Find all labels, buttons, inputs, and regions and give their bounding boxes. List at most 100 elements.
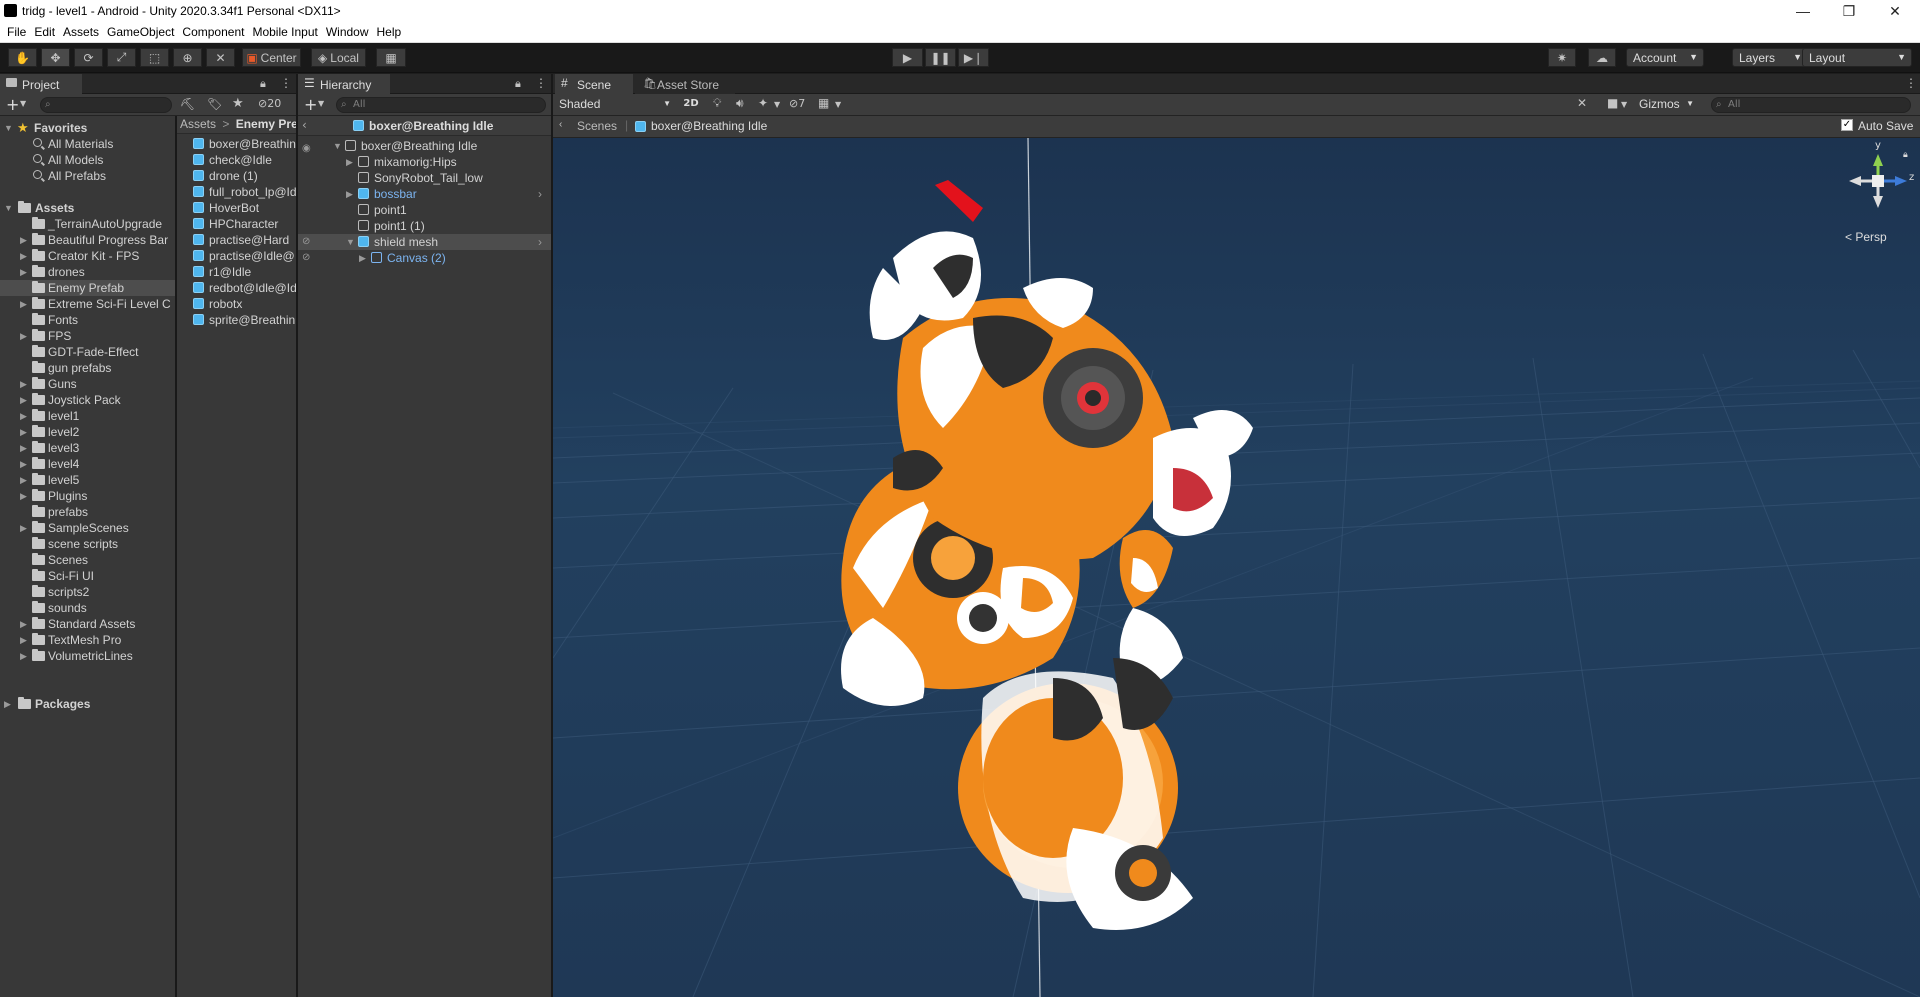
chevron-right-icon[interactable]: ›: [538, 234, 542, 250]
add-icon[interactable]: +: [304, 95, 317, 114]
asset-folder-item[interactable]: scripts2: [0, 584, 175, 600]
asset-folder-item[interactable]: ▶ level3: [0, 440, 175, 456]
collapsed-arrow-icon[interactable]: ▶: [20, 408, 27, 424]
breadcrumb-assets[interactable]: Assets: [180, 117, 216, 131]
asset-folder-item[interactable]: scene scripts: [0, 536, 175, 552]
pause-button[interactable]: ❚❚: [925, 48, 956, 67]
collapsed-arrow-icon[interactable]: ▶: [20, 440, 27, 456]
layers-dropdown[interactable]: Layers ▼: [1732, 48, 1808, 67]
hierarchy-item-canvas[interactable]: ⊘ ▶ Canvas (2): [298, 250, 551, 266]
custom-tool-icon[interactable]: ✕: [206, 48, 235, 67]
menu-file[interactable]: File: [4, 25, 31, 39]
draw-mode-dropdown[interactable]: Shaded ▼: [555, 96, 675, 113]
account-dropdown[interactable]: Account ▼: [1626, 48, 1704, 67]
collapsed-arrow-icon[interactable]: ▶: [20, 648, 27, 664]
scale-tool-icon[interactable]: ⤢: [107, 48, 136, 67]
asset-item[interactable]: redbot@Idle@Id: [177, 280, 296, 296]
transform-tool-icon[interactable]: ⊕: [173, 48, 202, 67]
asset-folder-item[interactable]: ▶ Beautiful Progress Bar: [0, 232, 175, 248]
hand-tool-icon[interactable]: ✋: [8, 48, 37, 67]
menu-edit[interactable]: Edit: [31, 25, 60, 39]
collapsed-arrow-icon[interactable]: ▶: [20, 456, 27, 472]
asset-folder-item[interactable]: ▶ level4: [0, 456, 175, 472]
collapsed-arrow-icon[interactable]: ▶: [20, 424, 27, 440]
type-filter-icon[interactable]: ⛏: [180, 97, 195, 111]
move-tool-icon[interactable]: ✥: [41, 48, 70, 67]
collapsed-arrow-icon[interactable]: ▶: [20, 392, 27, 408]
restore-button[interactable]: ❐: [1826, 0, 1872, 22]
asset-folder-item[interactable]: ▶ VolumetricLines: [0, 648, 175, 664]
collapsed-arrow-icon[interactable]: ▶: [20, 232, 27, 248]
favorite-star-icon[interactable]: ★: [232, 96, 244, 111]
favorite-all-models[interactable]: All Models: [0, 152, 175, 168]
asset-folder-item[interactable]: ▶ level5: [0, 472, 175, 488]
label-filter-icon[interactable]: 🏷︎: [207, 97, 222, 111]
hierarchy-item-point1[interactable]: point1: [298, 202, 551, 218]
hierarchy-item-tail[interactable]: SonyRobot_Tail_low: [298, 170, 551, 186]
collapsed-arrow-icon[interactable]: ▶: [20, 616, 27, 632]
scene-search-input[interactable]: ⌕ All: [1711, 97, 1911, 113]
menu-component[interactable]: Component: [179, 25, 249, 39]
asset-item[interactable]: sprite@Breathin: [177, 312, 296, 328]
asset-item[interactable]: full_robot_lp@Id: [177, 184, 296, 200]
asset-folder-item[interactable]: Sci-Fi UI: [0, 568, 175, 584]
gizmos-dropdown[interactable]: Gizmos ▼: [1637, 96, 1697, 113]
assets-header[interactable]: ▼ Assets: [0, 200, 175, 216]
hidden-packages-toggle[interactable]: ⊘20: [258, 97, 281, 110]
asset-folder-item[interactable]: Scenes: [0, 552, 175, 568]
cloud-icon[interactable]: ☁: [1588, 48, 1616, 67]
auto-save-checkbox[interactable]: ✓: [1841, 119, 1853, 131]
tab-asset-store[interactable]: 🛍︎ Asset Store: [635, 74, 735, 94]
layout-dropdown[interactable]: Layout ▼: [1802, 48, 1912, 67]
asset-folder-item[interactable]: ▶ TextMesh Pro: [0, 632, 175, 648]
chevron-down-icon[interactable]: ▼: [318, 99, 324, 108]
pivot-local-toggle[interactable]: ◈ Local: [311, 48, 366, 67]
asset-folder-item[interactable]: ▶ Standard Assets: [0, 616, 175, 632]
breadcrumb-enemy-prefab[interactable]: Enemy Pre: [236, 117, 296, 131]
project-search-input[interactable]: ⌕: [40, 97, 172, 113]
hierarchy-item-shield-mesh[interactable]: ⊘ ▼ shield mesh ›: [298, 234, 551, 250]
asset-item[interactable]: HPCharacter: [177, 216, 296, 232]
chevron-down-icon[interactable]: ▼: [20, 99, 26, 108]
menu-gameobject[interactable]: GameObject: [104, 25, 179, 39]
more-icon[interactable]: ⋮: [535, 76, 547, 90]
asset-item[interactable]: practise@Hard: [177, 232, 296, 248]
menu-assets[interactable]: Assets: [60, 25, 104, 39]
hidden-objects-toggle[interactable]: ⊘7: [789, 97, 805, 110]
lighting-icon[interactable]: 💡︎: [713, 96, 721, 111]
tools-icon[interactable]: ✕: [1577, 96, 1587, 110]
favorite-all-materials[interactable]: All Materials: [0, 136, 175, 152]
collapsed-arrow-icon[interactable]: ▶: [20, 472, 27, 488]
hierarchy-item-hips[interactable]: ▶ mixamorig:Hips: [298, 154, 551, 170]
collapsed-arrow-icon[interactable]: ▶: [20, 488, 27, 504]
asset-folder-item[interactable]: prefabs: [0, 504, 175, 520]
visibility-eye-icon[interactable]: ◉: [302, 141, 311, 154]
back-icon[interactable]: ‹: [559, 119, 562, 130]
collapsed-arrow-icon[interactable]: ▶: [20, 328, 27, 344]
asset-folder-item[interactable]: Fonts: [0, 312, 175, 328]
asset-folder-item[interactable]: ▶ Extreme Sci-Fi Level C: [0, 296, 175, 312]
hierarchy-item-point1-1[interactable]: point1 (1): [298, 218, 551, 234]
collapsed-arrow-icon[interactable]: ▶: [20, 296, 27, 312]
asset-folder-item[interactable]: ▶ level1: [0, 408, 175, 424]
breadcrumb-scenes[interactable]: Scenes: [577, 119, 617, 133]
collapsed-arrow-icon[interactable]: ▶: [20, 264, 27, 280]
rect-tool-icon[interactable]: ⬚: [140, 48, 169, 67]
menu-window[interactable]: Window: [323, 25, 374, 39]
gizmo-lock-icon[interactable]: 🔒︎: [1903, 150, 1908, 160]
asset-folder-item[interactable]: Enemy Prefab: [0, 280, 175, 296]
pivot-center-toggle[interactable]: ▣ Center: [242, 48, 301, 67]
grid-snap-icon[interactable]: ▦: [818, 96, 829, 110]
hierarchy-item-bossbar[interactable]: ▶ bossbar ›: [298, 186, 551, 202]
hierarchy-item-root[interactable]: ◉ ▼ boxer@Breathing Idle: [298, 138, 551, 154]
asset-folder-item[interactable]: ▶ Plugins: [0, 488, 175, 504]
collab-icon[interactable]: ✷: [1548, 48, 1576, 67]
camera-icon[interactable]: ■: [1607, 96, 1618, 110]
tab-project[interactable]: Project: [0, 74, 82, 94]
asset-item[interactable]: boxer@Breathin: [177, 136, 296, 152]
collapsed-arrow-icon[interactable]: ▶: [20, 520, 27, 536]
tab-scene[interactable]: # Scene: [555, 74, 633, 94]
asset-folder-item[interactable]: sounds: [0, 600, 175, 616]
hidden-eye-icon[interactable]: ⊘: [302, 234, 310, 250]
collapsed-arrow-icon[interactable]: ▶: [20, 248, 27, 264]
